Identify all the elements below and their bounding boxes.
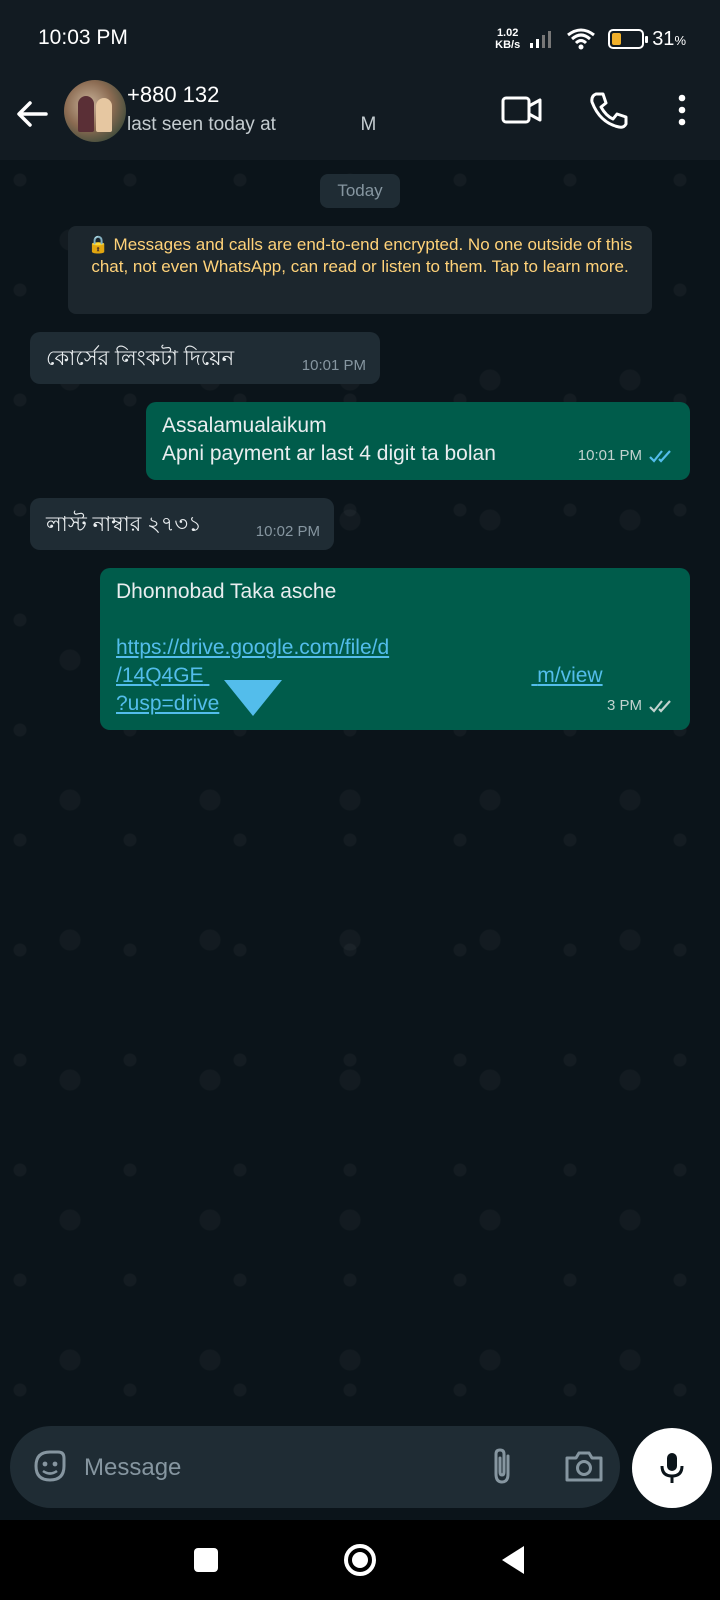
- message-bubble-outgoing[interactable]: Dhonnobad Taka asche https://drive.googl…: [100, 568, 690, 730]
- back-arrow-icon[interactable]: [10, 92, 54, 136]
- battery-percent-value: 31: [652, 27, 675, 50]
- voice-record-button[interactable]: [632, 1428, 712, 1508]
- message-time: 10:01 PM: [301, 357, 366, 374]
- read-ticks-icon: [649, 450, 671, 463]
- battery-percent: 31%: [652, 28, 686, 51]
- network-speed: 1.02 KB/s: [495, 27, 520, 51]
- contact-name[interactable]: +880 132: [127, 82, 219, 108]
- avatar-person-2: [96, 98, 112, 132]
- encryption-notice[interactable]: 🔒 Messages and calls are end-to-end encr…: [68, 226, 652, 314]
- more-options-icon[interactable]: [660, 88, 704, 132]
- message-composer: [10, 1426, 620, 1508]
- avatar[interactable]: [64, 80, 126, 142]
- avatar-person-1: [78, 96, 94, 132]
- message-meta: 10:01 PM: [578, 442, 676, 470]
- message-text: Dhonnobad Taka asche: [116, 580, 337, 603]
- last-seen-suffix: M: [360, 114, 377, 135]
- message-text: লাস্ট নাম্বার ২৭৩১: [46, 513, 202, 536]
- wifi-icon: [567, 28, 596, 50]
- message-time: 3 PM: [606, 697, 642, 714]
- link-line-2-start: /14Q4GE: [116, 664, 204, 687]
- message-time: 10:02 PM: [255, 523, 320, 540]
- contact-last-seen: last seen today at M: [127, 114, 376, 136]
- recents-square-icon[interactable]: [182, 1536, 230, 1584]
- lock-icon: 🔒: [87, 235, 109, 254]
- battery-fill: [612, 33, 622, 45]
- status-indicators: 1.02 KB/s 31%: [495, 24, 686, 54]
- video-call-icon[interactable]: [500, 88, 544, 132]
- delivered-ticks-icon: [649, 700, 671, 713]
- message-time: 10:01 PM: [577, 447, 642, 464]
- network-speed-unit: KB/s: [495, 39, 521, 51]
- navigation-bar: [0, 1520, 720, 1600]
- signal-icon: [530, 31, 552, 48]
- back-triangle-icon[interactable]: [490, 1536, 538, 1584]
- message-bubble-incoming[interactable]: লাস্ট নাম্বার ২৭৩১ 10:02 PM: [30, 498, 334, 550]
- message-text-line-1: Assalamualaikum: [162, 414, 327, 437]
- battery-icon: [608, 29, 649, 49]
- redaction-triangle-icon: [224, 680, 282, 716]
- message-bubble-incoming[interactable]: কোর্সের লিংকটা দিয়েন 10:01 PM: [30, 332, 380, 384]
- message-link-line-3[interactable]: ?usp=drive: [116, 690, 674, 718]
- chat-header: +880 132 last seen today at M: [0, 78, 720, 160]
- message-meta: 10:01 PM: [302, 357, 366, 374]
- message-link-line-2[interactable]: /14Q4GE m/view: [116, 662, 674, 690]
- link-line-2-end: m/view: [537, 664, 603, 687]
- battery-percent-unit: %: [674, 32, 686, 48]
- status-bar: 10:03 PM 1.02 KB/s 31%: [0, 0, 720, 78]
- status-time: 10:03 PM: [38, 26, 128, 49]
- home-circle-icon[interactable]: [336, 1536, 384, 1584]
- message-input[interactable]: [84, 1448, 464, 1488]
- encryption-notice-text: Messages and calls are end-to-end encryp…: [91, 235, 633, 276]
- date-chip: Today: [320, 174, 400, 208]
- network-speed-value: 1.02: [496, 27, 519, 39]
- message-meta: 3 PM: [607, 692, 676, 720]
- message-text: কোর্সের লিংকটা দিয়েন: [46, 347, 235, 370]
- attach-icon[interactable]: [480, 1444, 524, 1488]
- emoji-sticker-icon[interactable]: [28, 1444, 72, 1488]
- message-link-line-1[interactable]: https://drive.google.com/file/d: [116, 634, 674, 662]
- message-bubble-outgoing[interactable]: Assalamualaikum Apni payment ar last 4 d…: [146, 402, 690, 480]
- microphone-icon: [660, 1453, 684, 1483]
- camera-icon[interactable]: [562, 1444, 606, 1488]
- last-seen-text: last seen today at: [127, 114, 276, 135]
- chat-area[interactable]: Today 🔒 Messages and calls are end-to-en…: [0, 160, 720, 1420]
- voice-call-icon[interactable]: [586, 88, 630, 132]
- message-meta: 10:02 PM: [256, 523, 320, 540]
